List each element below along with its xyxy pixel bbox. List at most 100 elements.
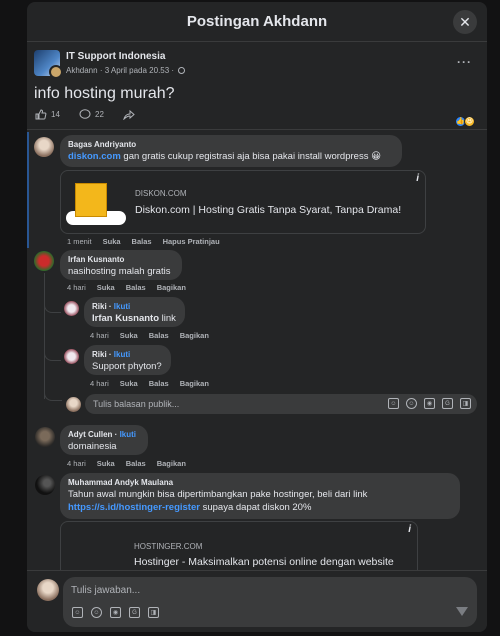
reply-action[interactable]: Balas	[132, 237, 152, 246]
modal-title: Postingan Akhdann	[186, 13, 328, 30]
share-action[interactable]: Bagikan	[180, 331, 209, 340]
reply-action[interactable]: Balas	[149, 331, 169, 340]
comment-actions: 4 hari Suka Balas Bagikan	[67, 283, 186, 292]
reply-bubble: Riki · Ikuti Irfan Kusnanto link	[84, 297, 185, 327]
comment-bubble: Irfan Kusnanto nasihosting malah gratis	[60, 250, 182, 280]
follow-link[interactable]: Ikuti	[114, 302, 130, 311]
comment-text-body: supaya dapat diskon 20%	[199, 502, 312, 513]
post-header: IT Support Indonesia Akhdann · 3 April p…	[34, 50, 474, 80]
comment-input[interactable]: Tulis jawaban... ☺ ☺ ◉ G ◨	[63, 577, 477, 627]
thumbs-up-icon	[35, 109, 47, 120]
thread-connector	[44, 349, 61, 361]
sticker-icon[interactable]: ◨	[460, 398, 471, 409]
thread-connector	[44, 301, 61, 313]
share-action[interactable]: Bagikan	[157, 459, 186, 468]
comment-actions: 4 hari Suka Balas Bagikan	[67, 459, 186, 468]
reply-avatar[interactable]	[64, 301, 79, 316]
comment-button[interactable]: 22	[79, 109, 104, 120]
author-name[interactable]: Akhdann	[66, 66, 98, 75]
author-avatar[interactable]	[49, 65, 63, 79]
reply-action[interactable]: Balas	[126, 283, 146, 292]
comment-time[interactable]: 4 hari	[67, 283, 86, 292]
follow-link[interactable]: Ikuti	[114, 350, 130, 359]
reply-text: Support phyton?	[92, 361, 162, 372]
thread-connector	[44, 389, 62, 401]
sticker-icon[interactable]: ◨	[148, 607, 159, 618]
info-icon[interactable]: i	[408, 524, 411, 535]
comment-link[interactable]: diskon.com	[68, 151, 121, 162]
like-action[interactable]: Suka	[97, 283, 115, 292]
post-scroll-area[interactable]: IT Support Indonesia Akhdann · 3 April p…	[27, 43, 487, 570]
post-date[interactable]: 3 April pada 20.53	[105, 66, 170, 75]
preview-title: Hostinger - Maksimalkan potensi online d…	[134, 556, 394, 568]
reply-text-body: link	[159, 313, 176, 324]
gif-icon[interactable]: G	[129, 607, 140, 618]
comment-time[interactable]: 4 hari	[67, 459, 86, 468]
commenter-name[interactable]: Adyt Cullen	[68, 430, 112, 439]
current-user-avatar[interactable]	[37, 579, 59, 601]
comment-time[interactable]: 1 menit	[67, 237, 92, 246]
like-count: 14	[51, 110, 60, 119]
commenter-name[interactable]: Bagas Andriyanto	[68, 140, 394, 149]
current-user-avatar[interactable]	[66, 397, 81, 412]
commenter-avatar[interactable]	[35, 475, 55, 495]
server-box-shape	[75, 183, 107, 217]
haha-reaction-icon: 😆	[464, 116, 475, 127]
preview-thumbnail	[61, 171, 126, 233]
post-meta: Akhdann · 3 April pada 20.53 ·	[66, 66, 186, 75]
reply-time[interactable]: 4 hari	[90, 331, 109, 340]
comment-bubble: Muhammad Andyk Maulana Tahun awal mungki…	[60, 473, 460, 519]
avatar-sticker-icon[interactable]: ☺	[72, 607, 83, 618]
avatar-sticker-icon[interactable]: ☺	[388, 398, 399, 409]
globe-icon	[178, 67, 186, 74]
send-icon[interactable]	[456, 607, 468, 616]
more-options-icon[interactable]: ···	[457, 55, 472, 69]
reply-author[interactable]: Riki	[92, 302, 107, 311]
reply-name-row: Riki · Ikuti	[92, 302, 131, 311]
comment-bubble: Bagas Andriyanto diskon.com gan gratis c…	[60, 135, 402, 167]
comment-actions: 1 menit Suka Balas Hapus Pratinjau	[67, 237, 220, 246]
reply-avatar[interactable]	[64, 349, 79, 364]
camera-icon[interactable]: ◉	[110, 607, 121, 618]
reply-time[interactable]: 4 hari	[90, 379, 109, 388]
tagged-user[interactable]: Irfan Kusnanto	[92, 313, 159, 324]
emoji-icon[interactable]: ☺	[91, 607, 102, 618]
close-icon[interactable]: ✕	[459, 14, 471, 31]
commenter-name[interactable]: Muhammad Andyk Maulana	[68, 478, 452, 487]
link-preview[interactable]: DISKON.COM Diskon.com | Hosting Gratis T…	[60, 170, 426, 234]
follow-link[interactable]: Ikuti	[120, 430, 136, 439]
link-preview[interactable]: HOSTINGER.COM Hostinger - Maksimalkan po…	[60, 521, 418, 570]
reply-placeholder: Tulis balasan publik...	[93, 399, 180, 409]
reply-actions: 4 hari Suka Balas Bagikan	[90, 379, 209, 388]
commenter-avatar[interactable]	[35, 427, 55, 447]
gif-icon[interactable]: G	[442, 398, 453, 409]
reply-author[interactable]: Riki	[92, 350, 107, 359]
emoji-icon[interactable]: ☺	[406, 398, 417, 409]
info-icon[interactable]: i	[416, 173, 419, 184]
comment-text: nasihosting malah gratis	[68, 266, 171, 277]
share-action[interactable]: Bagikan	[157, 283, 186, 292]
group-name[interactable]: IT Support Indonesia	[66, 51, 165, 62]
comment-link[interactable]: https://s.id/hostinger-register	[68, 502, 200, 513]
like-button[interactable]: 14	[35, 109, 60, 120]
comment-text: diskon.com gan gratis cukup registrasi a…	[68, 151, 394, 162]
reaction-summary[interactable]: 👍😆	[455, 110, 475, 128]
close-button[interactable]: ✕	[453, 10, 477, 34]
reply-input[interactable]: Tulis balasan publik... ☺ ☺ ◉ G ◨	[85, 394, 477, 414]
like-action[interactable]: Suka	[120, 379, 138, 388]
remove-preview-action[interactable]: Hapus Pratinjau	[163, 237, 220, 246]
group-avatar[interactable]	[34, 50, 63, 79]
share-icon	[123, 109, 135, 120]
like-action[interactable]: Suka	[120, 331, 138, 340]
share-button[interactable]	[123, 109, 135, 120]
share-action[interactable]: Bagikan	[180, 379, 209, 388]
commenter-avatar[interactable]	[34, 137, 54, 157]
reply-action[interactable]: Balas	[126, 459, 146, 468]
camera-icon[interactable]: ◉	[424, 398, 435, 409]
commenter-avatar[interactable]	[34, 251, 54, 271]
reply-action[interactable]: Balas	[149, 379, 169, 388]
like-action[interactable]: Suka	[97, 459, 115, 468]
like-action[interactable]: Suka	[103, 237, 121, 246]
commenter-name[interactable]: Irfan Kusnanto	[68, 255, 174, 264]
commenter-name-row: Adyt Cullen · Ikuti	[68, 430, 137, 439]
